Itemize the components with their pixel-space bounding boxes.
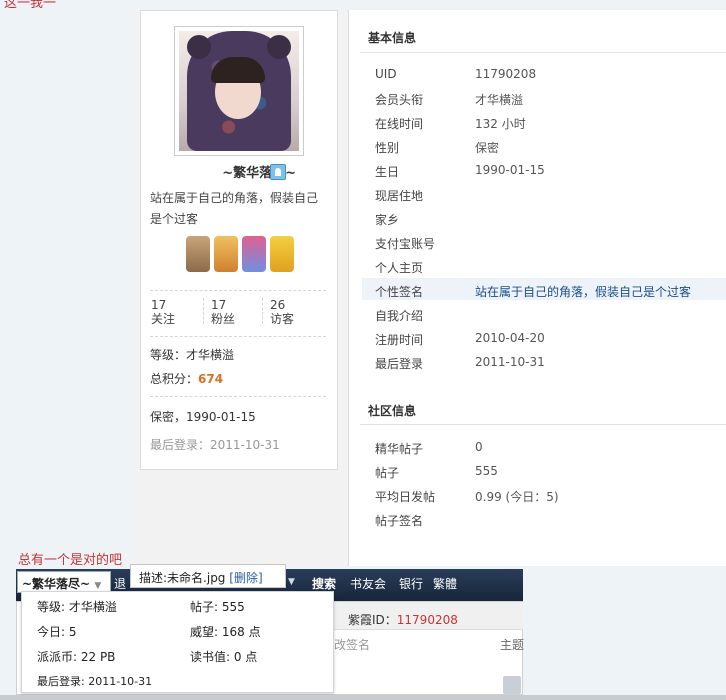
- info-label-last-login: 最后登录: [375, 357, 424, 371]
- image-description-tooltip: 描述:未命名.jpg [删除]: [130, 564, 286, 588]
- purple-id-value: 11790208: [396, 613, 458, 627]
- delete-link[interactable]: [删除]: [229, 571, 262, 585]
- level-line: 等级：才华横溢: [150, 346, 234, 363]
- stat-following[interactable]: 17 关注: [151, 298, 203, 326]
- ribbon-medal-icon[interactable]: [242, 236, 266, 272]
- member-icon: [270, 164, 286, 180]
- description-label: 描述:未命名.jpg: [139, 571, 226, 585]
- popup-prestige: 威望: 168 点: [190, 625, 261, 639]
- stat-followers[interactable]: 17 粉丝: [211, 298, 263, 326]
- info-label-gender: 性别: [375, 141, 400, 155]
- bottom-strip: [0, 695, 726, 700]
- stat-visitors[interactable]: 26 访客: [270, 298, 322, 326]
- stat-divider: [203, 298, 204, 324]
- medal-list: [186, 236, 296, 274]
- purple-id-label: 紫霞ID：: [348, 613, 397, 627]
- info-value-posts: 555: [475, 464, 498, 478]
- info-value-last-login: 2011-10-31: [475, 355, 545, 369]
- info-value-birthday: 1990-01-15: [475, 163, 545, 177]
- score-label: 总积分：: [150, 372, 199, 386]
- divider: [150, 336, 326, 337]
- profile-signature: 站在属于自己的角落，假装自己是个过客: [150, 191, 319, 226]
- chevron-down-icon: ▼: [94, 581, 102, 591]
- bow-medal-icon[interactable]: [186, 236, 210, 272]
- info-value-registered: 2010-04-20: [475, 331, 545, 345]
- stat-label: 访客: [270, 312, 295, 326]
- info-label-intro: 自我介绍: [375, 309, 424, 323]
- info-label-birthday: 生日: [375, 165, 400, 179]
- info-label-online: 在线时间: [375, 117, 424, 131]
- stat-count: 26: [270, 298, 286, 312]
- info-label-uid: UID: [375, 67, 397, 81]
- user-menu-label: ~繁华落尽~: [22, 577, 91, 591]
- scroll-button[interactable]: [503, 676, 521, 694]
- community-info-title: 社区信息: [368, 404, 417, 418]
- info-label-title: 会员头衔: [375, 93, 424, 107]
- popup-posts: 帖子: 555: [190, 600, 245, 614]
- popup-level: 等级: 才华横溢: [37, 600, 117, 614]
- purple-id: 紫霞ID：11790208: [348, 611, 458, 628]
- info-label-registered: 注册时间: [375, 333, 424, 347]
- rabbit-medal-icon[interactable]: [214, 236, 238, 272]
- popup-coins: 派派币: 22 PB: [37, 650, 116, 664]
- gold-bow-medal-icon[interactable]: [270, 236, 294, 272]
- info-value-signature: 站在属于自己的角落，假装自己是个过客: [475, 285, 692, 299]
- info-label-post-signature: 帖子签名: [375, 514, 424, 528]
- divider: [150, 290, 326, 291]
- info-value-uid: 11790208: [475, 67, 537, 81]
- level-value: 才华横溢: [186, 348, 235, 362]
- info-label-posts: 帖子: [375, 466, 400, 480]
- divider: [360, 52, 726, 53]
- stat-count: 17: [211, 298, 227, 312]
- avatar[interactable]: [174, 26, 304, 156]
- top-stray-text: 这一我一: [4, 0, 57, 11]
- info-value-daily-posts: 0.99 (今日：5): [475, 490, 559, 504]
- level-label: 等级：: [150, 348, 187, 362]
- stat-divider: [262, 298, 263, 324]
- info-label-daily-posts: 平均日发帖: [375, 490, 436, 504]
- nav-traditional-link[interactable]: 繁體: [433, 575, 457, 592]
- stat-label: 关注: [151, 312, 176, 326]
- info-label-alipay: 支付宝账号: [375, 237, 436, 251]
- popup-reading: 读书值: 0 点: [190, 650, 258, 664]
- basic-info-title: 基本信息: [368, 31, 417, 45]
- score-line: 总积分：674: [150, 370, 223, 387]
- card-last-login: 最后登录：2011-10-31: [150, 438, 280, 452]
- stat-label: 粉丝: [211, 312, 236, 326]
- info-value-gender: 保密: [475, 141, 500, 155]
- user-menu-dropdown[interactable]: ~繁华落尽~ ▼: [17, 571, 111, 593]
- info-label-hometown: 家乡: [375, 213, 400, 227]
- info-value-title: 才华横溢: [475, 93, 524, 107]
- popup-last-login: 最后登录: 2011-10-31: [37, 675, 153, 688]
- nav-bank-link[interactable]: 银行: [399, 575, 423, 592]
- avatar-image: [179, 31, 299, 151]
- info-value-online: 132 小时: [475, 117, 526, 131]
- info-label-digest: 精华帖子: [375, 442, 424, 456]
- divider: [360, 424, 726, 425]
- nav-bookclub-link[interactable]: 书友会: [350, 575, 386, 592]
- stat-count: 17: [151, 298, 167, 312]
- popup-today: 今日: 5: [37, 625, 77, 639]
- info-value-digest: 0: [475, 440, 483, 454]
- score-value: 674: [198, 372, 224, 386]
- topic-header: 主题: [500, 638, 525, 652]
- info-label-homepage: 个人主页: [375, 261, 424, 275]
- info-label-residence: 现居住地: [375, 189, 424, 203]
- info-label-signature: 个性签名: [375, 285, 424, 299]
- gender-birthday: 保密，1990-01-15: [150, 410, 256, 424]
- chevron-down-icon[interactable]: ▼: [288, 577, 295, 587]
- nav-search-link[interactable]: 搜索: [312, 575, 336, 592]
- logout-link[interactable]: 退: [114, 575, 126, 592]
- divider: [150, 396, 326, 397]
- comment-text: 总有一个是对的吧: [18, 553, 123, 568]
